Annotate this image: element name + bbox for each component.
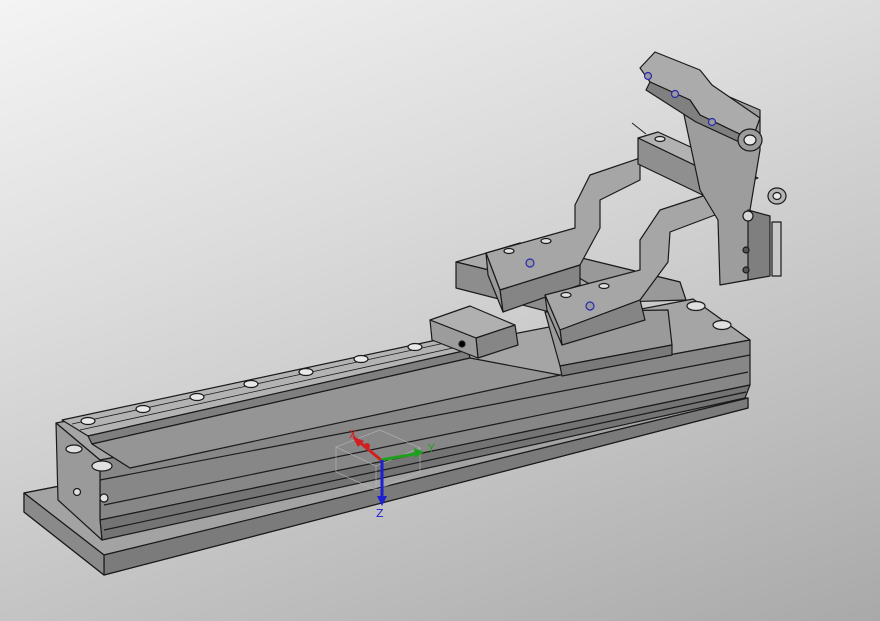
- cad-3d-viewport[interactable]: X Y Z: [0, 0, 880, 621]
- z-axis-label: Z: [376, 507, 384, 520]
- linear-stage-model[interactable]: X Y Z: [0, 0, 880, 621]
- x-axis-label: X: [349, 428, 357, 441]
- y-axis-label: Y: [427, 442, 435, 455]
- probe-wire: [631, 122, 647, 135]
